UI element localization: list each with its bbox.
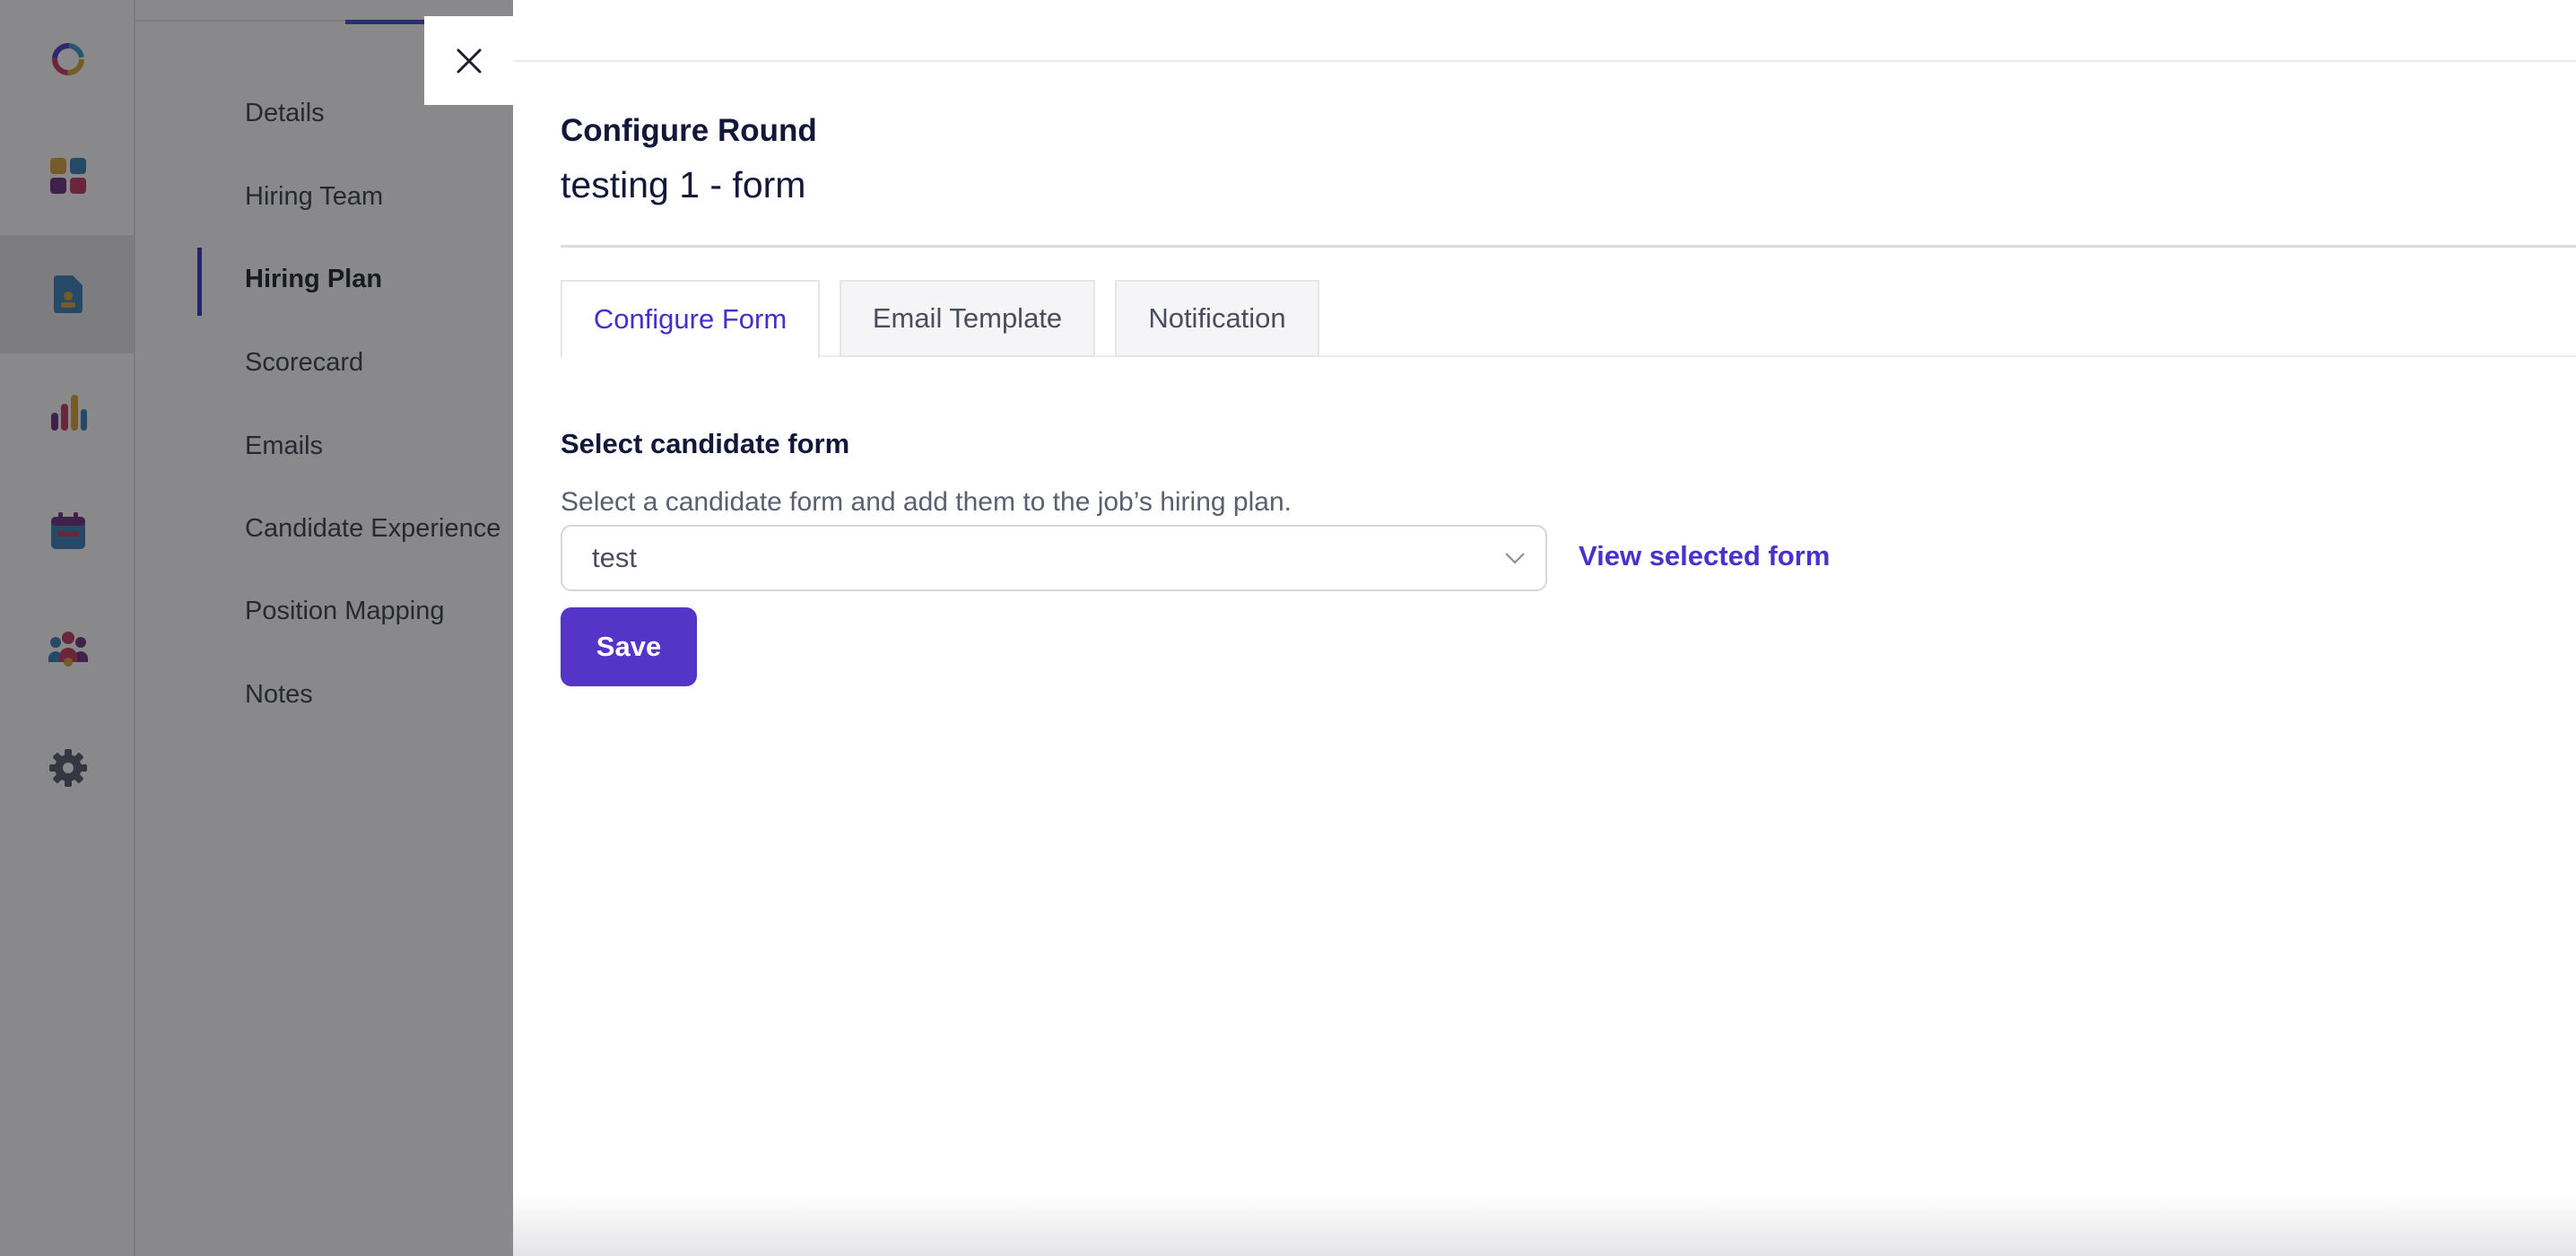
section-title: Select candidate form <box>561 428 850 459</box>
close-drawer-button[interactable] <box>424 16 513 105</box>
save-button[interactable]: Save <box>561 607 697 686</box>
drawer-bottom-fade <box>513 1193 2576 1256</box>
candidate-form-select-value: test <box>592 542 637 573</box>
view-selected-form-link[interactable]: View selected form <box>1579 540 1830 572</box>
drawer-top-divider <box>513 60 2576 62</box>
drawer-title: Configure Round <box>561 113 817 148</box>
configure-round-drawer: Configure Round testing 1 - form Configu… <box>513 0 2576 1256</box>
tab-notification[interactable]: Notification <box>1115 280 1319 357</box>
candidate-form-select[interactable]: test <box>561 525 1547 591</box>
modal-backdrop[interactable] <box>0 0 513 1256</box>
header-divider <box>561 245 2576 248</box>
drawer-subtitle: testing 1 - form <box>561 164 806 205</box>
section-description: Select a candidate form and add them to … <box>561 487 1292 517</box>
close-icon <box>457 48 481 73</box>
tab-configure-form[interactable]: Configure Form <box>561 280 820 359</box>
tab-email-template[interactable]: Email Template <box>840 280 1095 357</box>
chevron-down-icon <box>1505 553 1525 564</box>
